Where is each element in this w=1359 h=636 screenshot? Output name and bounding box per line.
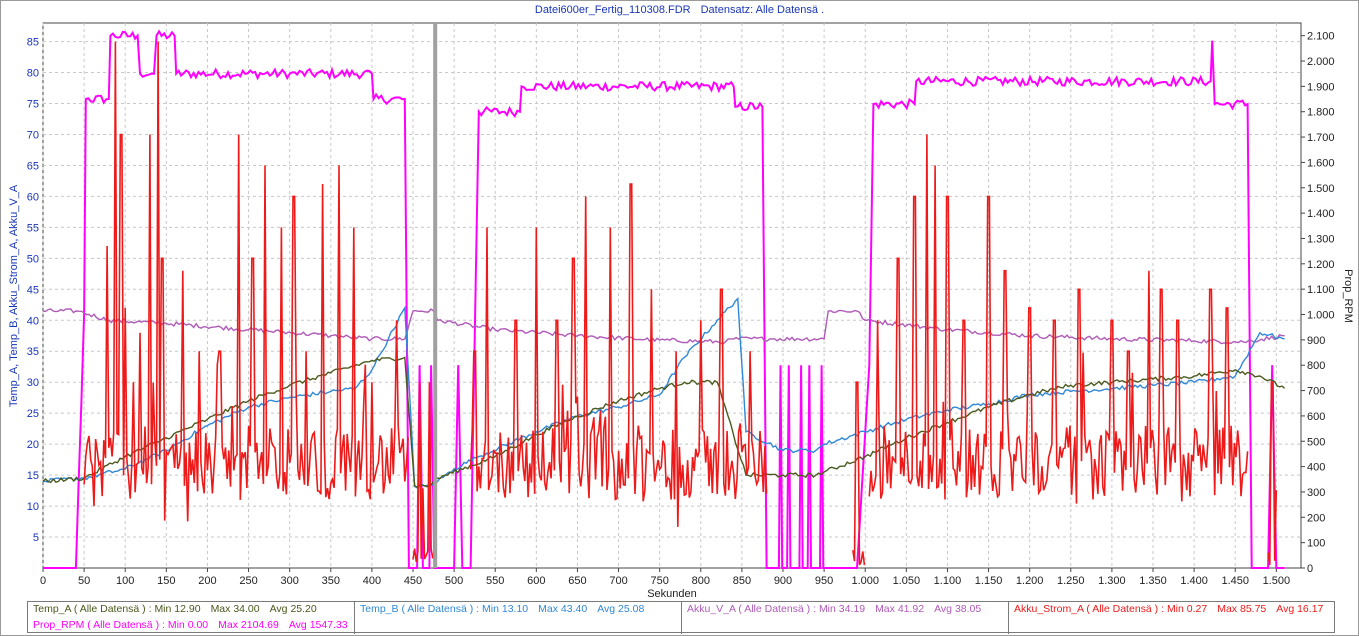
right-tick-label: 200 <box>1307 512 1325 524</box>
left-tick-label: 60 <box>27 191 39 203</box>
x-tick-label: 150 <box>157 575 175 587</box>
chart-window: Datei600er_Fertig_110308.FDR Datensatz: A… <box>0 0 1359 636</box>
legend-prop-rpm: Prop_RPM ( Alle Datensä ) : Min 0.00 Max … <box>28 618 355 634</box>
x-tick-label: 1.000 <box>851 575 879 587</box>
legend-empty-3 <box>1009 618 1336 634</box>
left-tick-label: 20 <box>27 439 39 451</box>
x-tick-label: 300 <box>280 575 298 587</box>
right-tick-label: 900 <box>1307 335 1325 347</box>
x-tick-label: 1.100 <box>934 575 962 587</box>
x-tick-label: 1.150 <box>975 575 1003 587</box>
x-tick-label: 850 <box>733 575 751 587</box>
right-tick-label: 1.900 <box>1307 81 1335 93</box>
x-tick-label: 550 <box>486 575 504 587</box>
legend-series-name: Temp_A <box>33 603 71 615</box>
x-tick-label: 650 <box>568 575 586 587</box>
x-tick-label: 1.500 <box>1263 575 1291 587</box>
left-tick-label: 15 <box>27 470 39 482</box>
left-tick-label: 10 <box>27 501 39 513</box>
legend-temp-b: Temp_B ( Alle Datensä ) : Min 13.10 Max 4… <box>355 602 682 618</box>
x-axis-ticks: 0 50 100 150 200 250 300 350 400 450 500 550 600 650 7… <box>40 568 1290 587</box>
x-axis-label: Sekunden <box>647 588 697 600</box>
left-tick-label: 65 <box>27 160 39 172</box>
x-tick-label: 200 <box>198 575 216 587</box>
plot-area[interactable]: 5 10 15 20 25 30 35 40 45 50 55 60 65 70 75 80 85 0 100 20… <box>1 1 1359 601</box>
right-tick-label: 800 <box>1307 360 1325 372</box>
x-tick-label: 900 <box>774 575 792 587</box>
right-tick-label: 2.100 <box>1307 31 1335 43</box>
right-tick-label: 2.000 <box>1307 56 1335 68</box>
right-tick-label: 1.700 <box>1307 132 1335 144</box>
left-tick-label: 80 <box>27 68 39 80</box>
left-axis-label: Temp_A, Temp_B, Akku_Strom_A, Akku_V_A <box>8 184 20 407</box>
right-tick-label: 1.300 <box>1307 233 1335 245</box>
left-tick-label: 25 <box>27 408 39 420</box>
x-tick-label: 1.400 <box>1180 575 1208 587</box>
left-tick-label: 55 <box>27 222 39 234</box>
legend-akku-strom: Akku_Strom_A ( Alle Datensä ) : Min 0.27… <box>1014 603 1324 615</box>
right-tick-label: 1.800 <box>1307 107 1335 119</box>
left-tick-label: 75 <box>27 99 39 111</box>
right-axis-ticks: 0 100 200 300 400 500 600 700 800 900 1.000 1.100 1.… <box>1301 31 1335 575</box>
x-tick-label: 450 <box>404 575 422 587</box>
x-tick-label: 1.300 <box>1098 575 1126 587</box>
x-tick-label: 250 <box>239 575 257 587</box>
x-tick-label: 100 <box>116 575 134 587</box>
legend-series-name: Temp_B <box>360 603 399 615</box>
right-tick-label: 1.100 <box>1307 284 1335 296</box>
left-tick-label: 50 <box>27 253 39 265</box>
right-tick-label: 400 <box>1307 462 1325 474</box>
x-tick-label: 750 <box>650 575 668 587</box>
right-tick-label: 700 <box>1307 386 1325 398</box>
x-tick-label: 700 <box>609 575 627 587</box>
right-tick-label: 1.000 <box>1307 310 1335 322</box>
right-tick-label: 100 <box>1307 538 1325 550</box>
left-tick-label: 40 <box>27 315 39 327</box>
x-tick-label: 1.050 <box>893 575 921 587</box>
x-tick-label: 800 <box>692 575 710 587</box>
x-tick-label: 400 <box>363 575 381 587</box>
right-tick-label: 1.200 <box>1307 259 1335 271</box>
legend-empty-2 <box>682 618 1009 634</box>
right-axis-label: Prop_RPM <box>1342 269 1354 323</box>
left-tick-label: 30 <box>27 377 39 389</box>
legend: Temp_A ( Alle Datensä ) : Min 12.90 Max 3… <box>27 601 1336 634</box>
right-tick-label: 0 <box>1307 563 1313 575</box>
x-tick-label: 1.250 <box>1057 575 1085 587</box>
x-tick-label: 1.350 <box>1139 575 1167 587</box>
legend-series-name: Akku_V_A <box>687 603 736 615</box>
left-tick-label: 5 <box>33 532 39 544</box>
right-tick-label: 1.600 <box>1307 157 1335 169</box>
left-tick-label: 45 <box>27 284 39 296</box>
left-tick-label: 35 <box>27 346 39 358</box>
right-tick-label: 600 <box>1307 411 1325 423</box>
x-tick-label: 500 <box>445 575 463 587</box>
legend-empty-1 <box>355 618 682 634</box>
left-tick-label: 85 <box>27 37 39 49</box>
x-tick-label: 600 <box>527 575 545 587</box>
right-tick-label: 300 <box>1307 487 1325 499</box>
x-tick-label: 50 <box>78 575 90 587</box>
legend-akku-v: Akku_V_A ( Alle Datensä ) : Min 34.19 Max… <box>682 602 1009 618</box>
legend-series-name: Akku_Strom_A <box>1014 603 1084 615</box>
x-tick-label: 350 <box>322 575 340 587</box>
x-tick-label: 0 <box>40 575 46 587</box>
x-tick-label: 1.200 <box>1016 575 1044 587</box>
legend-temp-a: Temp_A ( Alle Datensä ) : Min 12.90 Max 3… <box>28 602 355 618</box>
right-tick-label: 1.500 <box>1307 183 1335 195</box>
x-tick-label: 1.450 <box>1221 575 1249 587</box>
left-axis-ticks: 5 10 15 20 25 30 35 40 45 50 55 60 65 70 75 80 85 <box>27 37 39 544</box>
right-tick-label: 500 <box>1307 436 1325 448</box>
legend-series-name: Prop_RPM <box>33 619 85 631</box>
x-tick-label: 950 <box>815 575 833 587</box>
left-tick-label: 70 <box>27 129 39 141</box>
right-tick-label: 1.400 <box>1307 208 1335 220</box>
